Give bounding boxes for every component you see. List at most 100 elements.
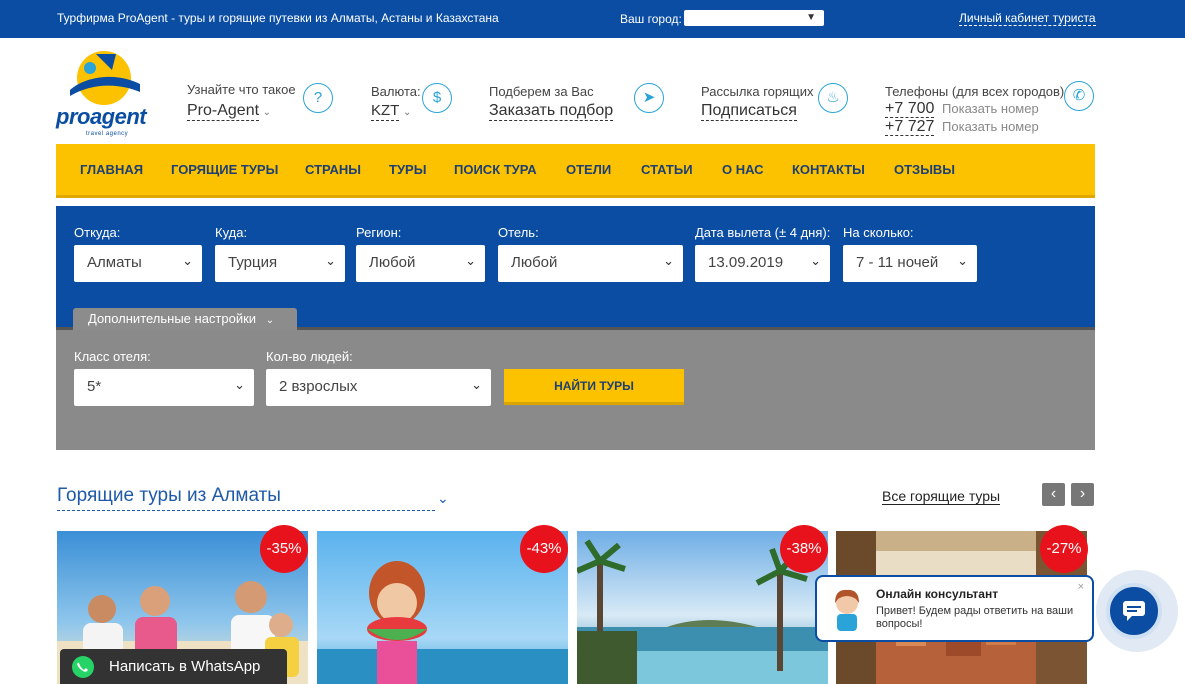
mail-block: Рассылка горящих Подписаться	[701, 84, 813, 121]
chevron-down-icon: ⌄	[182, 253, 193, 268]
nav-item-tour-search[interactable]: ПОИСК ТУРА	[454, 162, 537, 177]
to-label: Куда:	[215, 225, 248, 240]
logo-text: proagent	[56, 104, 147, 129]
about-block: Узнайте что такое Pro-Agent ⌄	[187, 82, 296, 121]
date-value: 13.09.2019	[708, 254, 784, 271]
currency-select[interactable]: KZT	[371, 102, 400, 121]
people-select[interactable]: 2 взрослых ⌄	[266, 369, 491, 406]
paper-plane-icon: ➤	[634, 83, 664, 113]
consultant-message: Привет! Будем рады ответить на ваши вопр…	[876, 605, 1074, 630]
dollar-icon: $	[422, 83, 452, 113]
extra-settings-label: Дополнительные настройки	[88, 311, 257, 326]
chevron-down-icon: ⌄	[471, 377, 482, 392]
pick-label: Подберем за Вас	[489, 84, 594, 99]
chevron-down-icon: ⌄	[957, 253, 968, 268]
nav-item-hotels[interactable]: ОТЕЛИ	[566, 162, 611, 177]
currency-label: Валюта:	[371, 84, 421, 99]
subscribe-link[interactable]: Подписаться	[701, 102, 797, 121]
phone-row: +7 727 Показать номер	[885, 118, 1064, 136]
tourist-cabinet-link[interactable]: Личный кабинет туриста	[959, 11, 1096, 26]
consultant-title: Онлайн консультант	[876, 587, 999, 601]
header: proagent travel agency Узнайте что такое…	[0, 38, 1185, 144]
show-number-link[interactable]: Показать номер	[942, 101, 1039, 116]
show-number-link[interactable]: Показать номер	[942, 119, 1039, 134]
region-select[interactable]: Любой ⌄	[356, 245, 485, 282]
class-label: Класс отеля:	[74, 349, 151, 364]
nav-item-hot-tours[interactable]: ГОРЯЩИЕ ТУРЫ	[171, 162, 278, 177]
from-label: Откуда:	[74, 225, 121, 240]
to-select[interactable]: Турция ⌄	[215, 245, 345, 282]
pick-block: Подберем за Вас Заказать подбор	[489, 84, 614, 121]
chevron-down-icon: ⌄	[402, 107, 412, 118]
close-icon[interactable]: ×	[1078, 581, 1084, 593]
chat-open-button[interactable]	[1106, 583, 1162, 639]
online-consultant-popup[interactable]: Онлайн консультант Привет! Будем рады от…	[815, 575, 1094, 642]
nav-item-about[interactable]: О НАС	[722, 162, 764, 177]
nights-select[interactable]: 7 - 11 ночей ⌄	[843, 245, 977, 282]
nights-label: На сколько:	[843, 225, 914, 240]
people-label: Кол-во людей:	[266, 349, 353, 364]
next-arrow-button[interactable]: ›	[1071, 483, 1094, 506]
hotel-select[interactable]: Любой ⌄	[498, 245, 683, 282]
site-tagline: Турфирма ProAgent - туры и горящие путев…	[57, 11, 499, 25]
hotel-class-value: 5*	[87, 378, 102, 395]
top-bar: Турфирма ProAgent - туры и горящие путев…	[0, 0, 1185, 38]
nav-item-contacts[interactable]: КОНТАКТЫ	[792, 162, 865, 177]
currency-block: Валюта: KZT ⌄	[371, 84, 421, 121]
from-value: Алматы	[87, 254, 142, 271]
chevron-down-icon: ▼	[806, 12, 816, 23]
nav-item-articles[interactable]: СТАТЬИ	[641, 162, 693, 177]
region-value: Любой	[369, 254, 416, 271]
phone-row: +7 700 Показать номер	[885, 100, 1064, 118]
chevron-down-icon: ⌄	[663, 253, 674, 268]
logo-emblem-icon	[70, 51, 140, 105]
chevron-down-icon: ⌄	[810, 253, 821, 268]
whatsapp-icon[interactable]: ✆	[1064, 81, 1094, 111]
phones-label: Телефоны (для всех городов)	[885, 84, 1065, 99]
find-tours-button[interactable]: НАЙТИ ТУРЫ	[504, 369, 684, 405]
hotel-value: Любой	[511, 254, 558, 271]
date-label: Дата вылета (± 4 дня):	[695, 225, 831, 240]
question-icon[interactable]: ?	[303, 83, 333, 113]
phone-number[interactable]: +7 727	[885, 118, 935, 136]
hotel-class-select[interactable]: 5* ⌄	[74, 369, 254, 406]
nav-item-tours[interactable]: ТУРЫ	[389, 162, 426, 177]
order-pick-link[interactable]: Заказать подбор	[489, 102, 614, 121]
to-value: Турция	[228, 254, 278, 271]
fire-icon: ♨	[818, 83, 848, 113]
chevron-down-icon[interactable]: ⌄	[437, 490, 449, 507]
nights-value: 7 - 11 ночей	[856, 254, 939, 271]
extra-settings-tab[interactable]: Дополнительные настройки ⌄	[73, 308, 297, 330]
nav-item-countries[interactable]: СТРАНЫ	[305, 162, 361, 177]
about-link[interactable]: Pro-Agent	[187, 102, 260, 121]
chevron-down-icon: ⌄	[262, 107, 272, 118]
about-label: Узнайте что такое	[187, 82, 296, 97]
whatsapp-label: Написать в WhatsApp	[109, 658, 261, 675]
prev-arrow-button[interactable]: ‹	[1042, 483, 1065, 506]
site-logo[interactable]: proagent travel agency	[56, 46, 152, 137]
phone-number[interactable]: +7 700	[885, 100, 935, 118]
chevron-down-icon: ⌄	[265, 315, 275, 326]
date-select[interactable]: 13.09.2019 ⌄	[695, 245, 830, 282]
chevron-down-icon: ⌄	[234, 377, 245, 392]
phones-block: Телефоны (для всех городов) +7 700 Показ…	[885, 84, 1064, 136]
chevron-down-icon: ⌄	[465, 253, 476, 268]
main-nav: ГЛАВНАЯ ГОРЯЩИЕ ТУРЫ СТРАНЫ ТУРЫ ПОИСК Т…	[56, 144, 1095, 198]
whatsapp-chat-button[interactable]: Написать в WhatsApp	[60, 649, 287, 684]
hotel-label: Отель:	[498, 225, 539, 240]
from-select[interactable]: Алматы ⌄	[74, 245, 202, 282]
nav-item-reviews[interactable]: ОТЗЫВЫ	[894, 162, 955, 177]
hot-tours-title[interactable]: Горящие туры из Алматы	[57, 485, 435, 511]
mail-label: Рассылка горящих	[701, 84, 814, 99]
discount-badge: -38%	[780, 525, 828, 573]
chat-bubble-icon	[1123, 601, 1145, 621]
consultant-avatar	[835, 589, 859, 631]
city-label: Ваш город:	[620, 12, 682, 26]
city-select[interactable]: ▼	[684, 10, 824, 26]
people-value: 2 взрослых	[279, 378, 358, 395]
discount-badge: -35%	[260, 525, 308, 573]
discount-badge: -43%	[520, 525, 568, 573]
logo-subtext: travel agency	[86, 131, 129, 137]
all-hot-tours-link[interactable]: Все горящие туры	[882, 489, 1001, 505]
nav-item-home[interactable]: ГЛАВНАЯ	[80, 162, 143, 177]
